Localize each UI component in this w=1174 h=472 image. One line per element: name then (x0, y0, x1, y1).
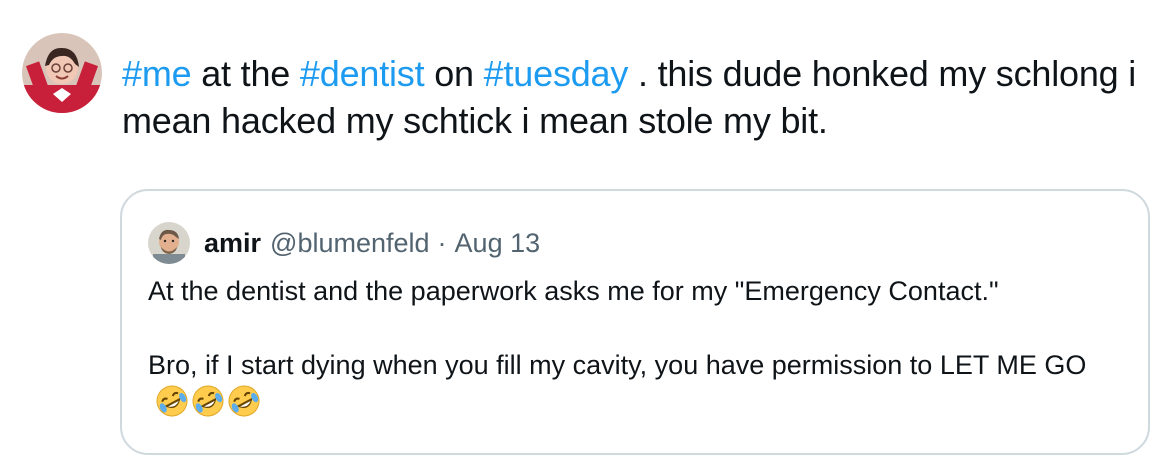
quoted-tweet-text: At the dentist and the paperwork asks me… (148, 276, 1087, 380)
quoted-author-avatar[interactable] (148, 222, 190, 264)
rolling-on-floor-laughing-emoji (191, 384, 225, 418)
laughing-emoji-group (148, 385, 261, 418)
hashtag-dentist-link[interactable]: #dentist (300, 53, 425, 94)
user-avatar[interactable] (22, 33, 102, 113)
quoted-tweet-body: At the dentist and the paperwork asks me… (148, 273, 1128, 422)
quoted-tweet-card[interactable]: amir @blumenfeld · Aug 13 At the dentist… (120, 189, 1150, 455)
rolling-on-floor-laughing-emoji (227, 384, 261, 418)
quoted-author-handle[interactable]: @blumenfeld (270, 228, 430, 259)
tweet-text: #me at the #dentist on #tuesday . this d… (122, 50, 1152, 144)
header-separator: · (437, 227, 447, 258)
quoted-tweet-date[interactable]: Aug 13 (455, 228, 541, 259)
hashtag-tuesday-link[interactable]: #tuesday (484, 53, 629, 94)
quoted-author-name[interactable]: amir (204, 228, 261, 259)
tweet-text-segment: on (424, 53, 484, 94)
tweet-text-segment: at the (191, 53, 300, 94)
quoted-tweet-header: amir @blumenfeld · Aug 13 (148, 222, 541, 264)
hashtag-me-link[interactable]: #me (122, 53, 192, 94)
rolling-on-floor-laughing-emoji (155, 384, 189, 418)
